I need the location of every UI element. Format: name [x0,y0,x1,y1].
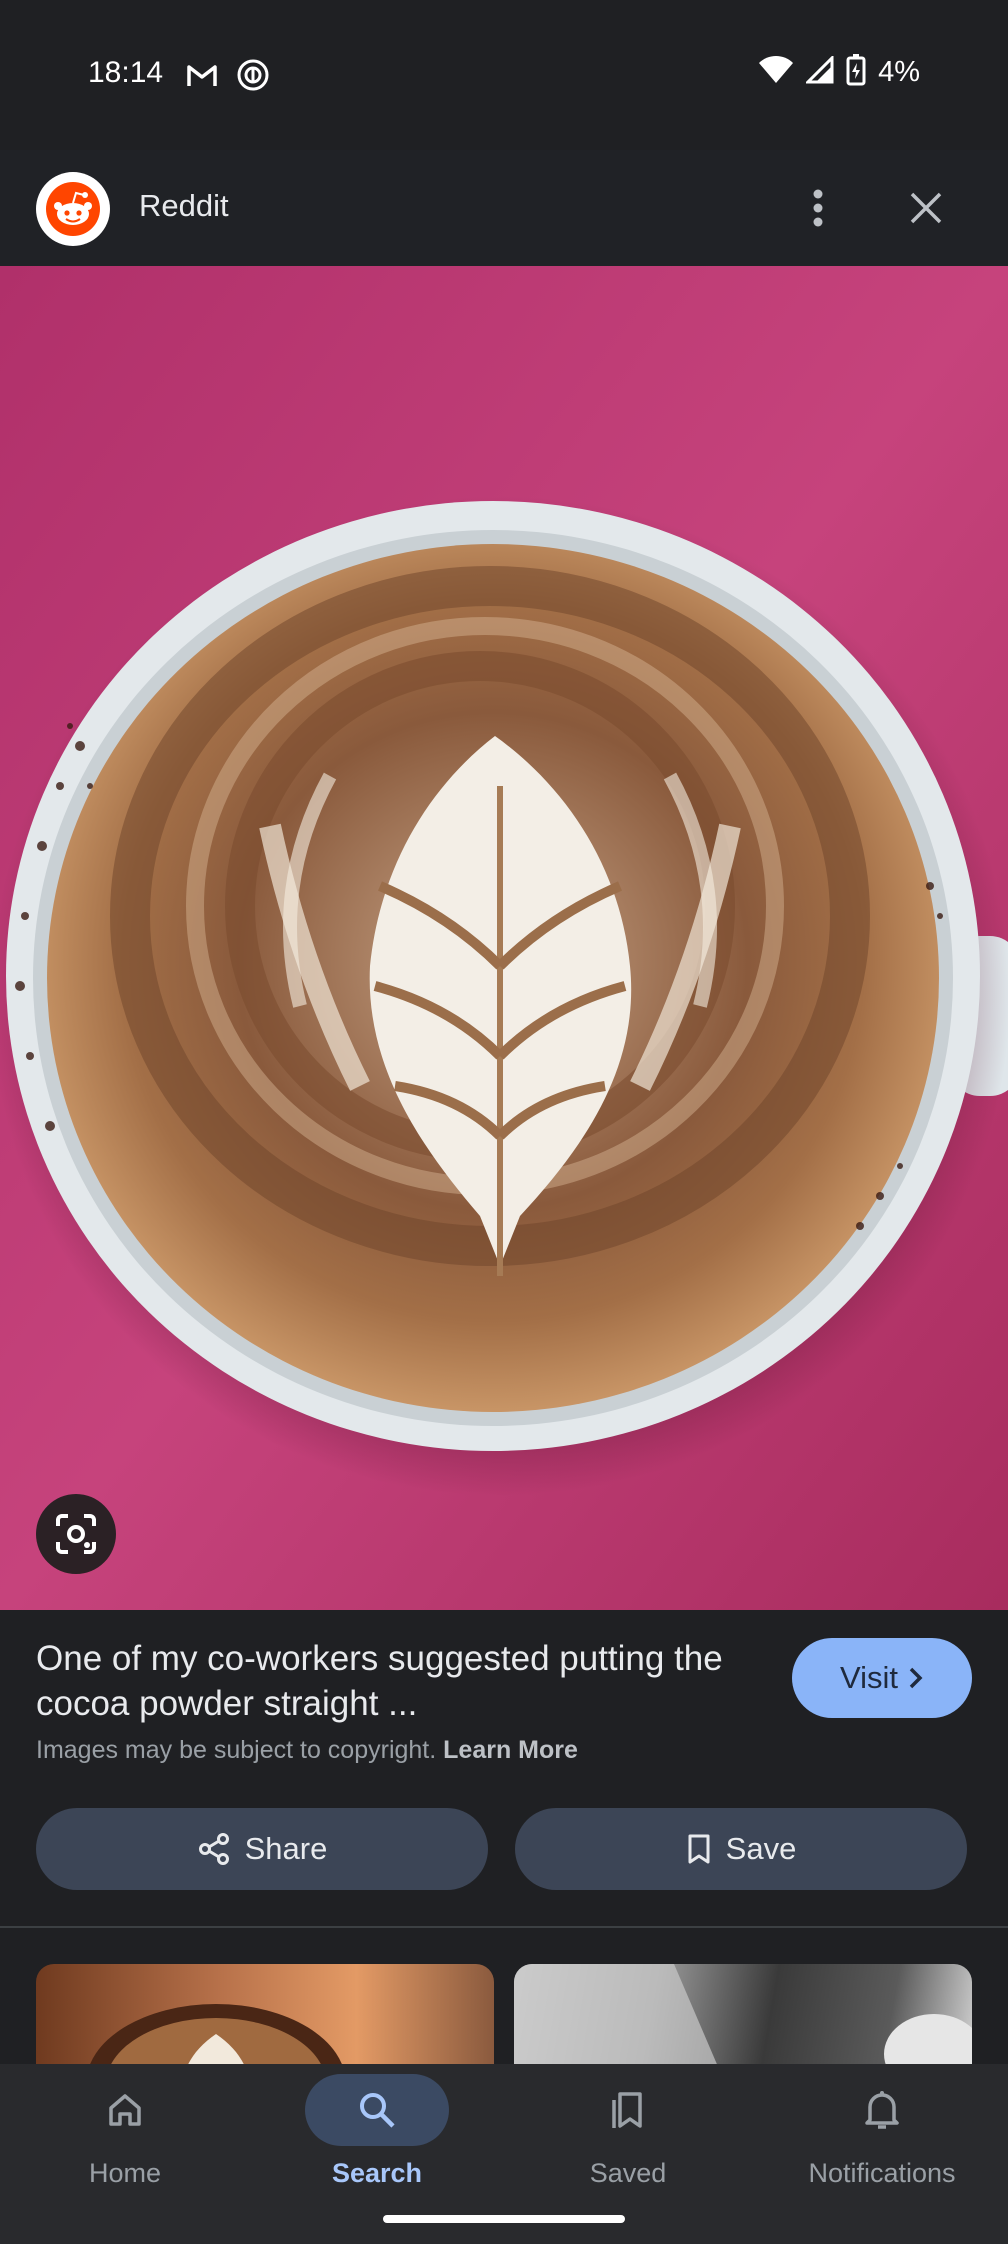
visit-button[interactable]: Visit [792,1638,972,1718]
nav-saved-label: Saved [589,2158,667,2188]
search-icon-container [305,2074,449,2146]
wifi-icon [758,55,794,90]
save-button[interactable]: Save [515,1808,967,1890]
nav-home[interactable]: Home [25,2074,225,2204]
reddit-logo-icon[interactable] [36,172,110,246]
system-icons: 4% [758,54,920,91]
notifications-icon-container [810,2074,954,2146]
more-options-button[interactable] [798,186,838,230]
nav-search-label: Search [331,2158,423,2188]
related-image-1[interactable] [36,1964,494,2064]
share-label: Share [244,1831,328,1866]
search-icon [360,2093,395,2128]
chevron-right-icon [909,1667,923,1689]
bookmarks-icon [612,2092,642,2128]
status-time: 18:14 [88,56,164,89]
source-header: Reddit [0,150,1008,266]
home-indicator[interactable] [383,2215,625,2223]
status-bar: 18:14 4% [0,0,1008,150]
share-icon [198,1833,229,1865]
nav-saved[interactable]: Saved [528,2074,728,2204]
copyright-text: Images may be subject to copyright. [36,1736,437,1764]
nav-search[interactable]: Search [277,2074,477,2204]
nav-notifications-label: Notifications [808,2158,956,2188]
copyright-notice: Images may be subject to copyright. Lear… [36,1736,578,1765]
result-image[interactable] [0,266,1008,1610]
visit-label: Visit [839,1660,898,1695]
google-lens-button[interactable] [36,1494,116,1574]
related-image-2[interactable] [514,1964,972,2064]
battery-percent: 4% [878,56,920,88]
notification-icons [186,58,270,97]
battery-charging-icon [846,54,866,91]
gmail-icon [186,62,218,93]
source-name[interactable]: Reddit [139,188,229,224]
share-button[interactable]: Share [36,1808,488,1890]
nav-home-label: Home [88,2158,162,2188]
nav-notifications[interactable]: Notifications [782,2074,982,2204]
home-icon-container [53,2074,197,2146]
more-vertical-icon [813,189,823,227]
google-lens-icon [56,1514,96,1554]
related-images [0,1928,1008,2064]
save-label: Save [725,1831,797,1866]
close-button[interactable] [904,186,948,230]
at-sign-icon [236,58,270,97]
close-icon [910,192,942,224]
bookmark-icon [688,1834,710,1864]
signal-icon [804,54,834,89]
bell-icon [865,2091,899,2129]
saved-icon-container [556,2074,700,2146]
learn-more-link[interactable]: Learn More [443,1736,578,1764]
home-icon [109,2094,141,2126]
result-caption[interactable]: One of my co-workers suggested putting t… [36,1636,756,1726]
result-info: One of my co-workers suggested putting t… [0,1610,1008,1926]
